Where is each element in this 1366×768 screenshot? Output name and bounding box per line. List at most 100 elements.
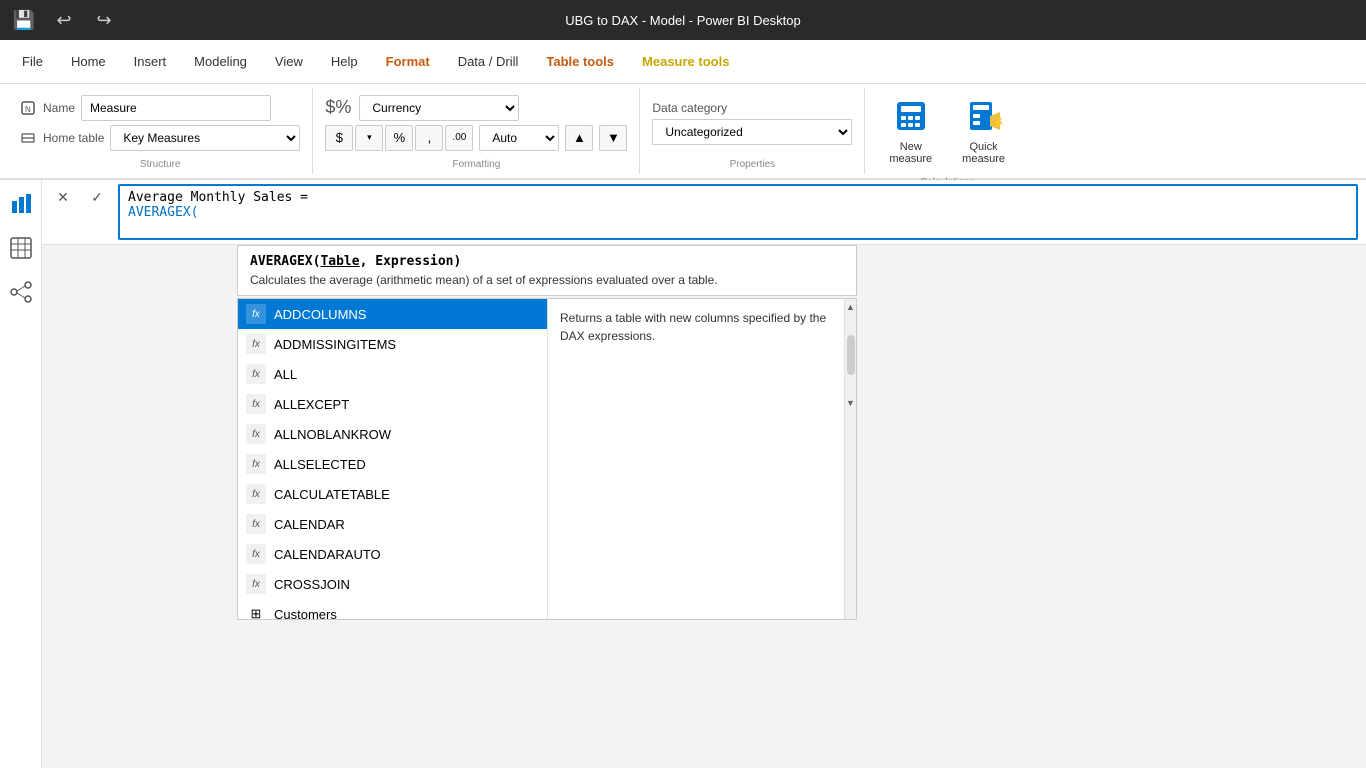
formatting-label: Formatting: [325, 157, 627, 170]
quick-measure-icon: ⚡: [966, 98, 1002, 139]
autocomplete-item-label: ALLSELECTED: [274, 457, 366, 472]
sidebar-table-view[interactable]: [5, 232, 37, 264]
properties-label: Properties: [652, 157, 852, 170]
func-signature: AVERAGEX(Table, Expression): [250, 254, 844, 269]
fx-icon: fx: [246, 514, 266, 534]
title-bar: 💾 ↩ ↪ UBG to DAX - Model - Power BI Desk…: [0, 0, 1366, 40]
menu-insert[interactable]: Insert: [120, 46, 181, 77]
menu-home[interactable]: Home: [57, 46, 120, 77]
autocomplete-item-label: CALENDAR: [274, 517, 345, 532]
menu-help[interactable]: Help: [317, 46, 372, 77]
formula-line1: Average Monthly Sales =: [128, 190, 1348, 205]
content-with-overlay: AVERAGEX(Table, Expression) Calculates t…: [42, 245, 1366, 768]
new-measure-label: Newmeasure: [889, 141, 932, 165]
scroll-down[interactable]: ▼: [843, 395, 858, 411]
decrement-btn[interactable]: ▼: [599, 125, 627, 151]
autocomplete-item-allnoblankrow[interactable]: fxALLNOBLANKROW: [238, 419, 547, 449]
autocomplete-item-label: CROSSJOIN: [274, 577, 350, 592]
ribbon-fields: N Name Home table Key Measures: [20, 95, 300, 151]
menu-format[interactable]: Format: [372, 46, 444, 77]
home-table-field-row: Home table Key Measures: [20, 125, 300, 151]
autocomplete-item-label: Customers: [274, 607, 337, 620]
autocomplete-item-label: ALLEXCEPT: [274, 397, 349, 412]
confirm-formula-btn[interactable]: ✓: [84, 184, 110, 210]
autocomplete-item-label: ALL: [274, 367, 297, 382]
data-category-row: Data category: [652, 101, 852, 115]
data-category-select[interactable]: Uncategorized: [652, 119, 852, 145]
name-input[interactable]: [81, 95, 271, 121]
menu-measure-tools[interactable]: Measure tools: [628, 46, 743, 77]
save-icon[interactable]: 💾: [8, 4, 40, 36]
fx-icon: fx: [246, 574, 266, 594]
autocomplete-description: Returns a table with new columns specifi…: [548, 299, 844, 619]
menu-file[interactable]: File: [8, 46, 57, 77]
autocomplete-item-calculatetable[interactable]: fxCALCULATETABLE: [238, 479, 547, 509]
increment-btn[interactable]: ▲: [565, 125, 593, 151]
ribbon-structure: N Name Home table Key Measures Structure: [8, 88, 313, 174]
sidebar-model-view[interactable]: [5, 276, 37, 308]
autocomplete-item-allselected[interactable]: fxALLSELECTED: [238, 449, 547, 479]
currency-row: $% Currency: [325, 95, 627, 121]
sidebar-report-view[interactable]: [5, 188, 37, 220]
autocomplete-list: fxADDCOLUMNSfxADDMISSINGITEMSfxALLfxALLE…: [238, 299, 548, 619]
app-title: UBG to DAX - Model - Power BI Desktop: [565, 13, 801, 28]
home-table-select[interactable]: Key Measures: [110, 125, 300, 151]
autocomplete-item-label: CALENDARAUTO: [274, 547, 381, 562]
scroll-up[interactable]: ▲: [843, 299, 858, 315]
func-params: (Table, Expression): [313, 254, 462, 269]
calculator-icon: [893, 98, 929, 139]
autocomplete-item-crossjoin[interactable]: fx CROSSJOIN: [238, 569, 547, 599]
decimal-btn[interactable]: .00: [445, 125, 473, 151]
autocomplete-item-all[interactable]: fx ALL: [238, 359, 547, 389]
func-description: Calculates the average (arithmetic mean)…: [250, 273, 844, 287]
main-area: ✕ ✓ Average Monthly Sales = AVERAGEX( AV…: [0, 180, 1366, 768]
cancel-formula-btn[interactable]: ✕: [50, 184, 76, 210]
autocomplete-item-customers[interactable]: ⊞Customers: [238, 599, 547, 619]
fx-icon: fx: [246, 364, 266, 384]
func-name: AVERAGEX: [250, 254, 313, 269]
autocomplete-item-addcolumns[interactable]: fxADDCOLUMNS: [238, 299, 547, 329]
properties-fields: Data category Uncategorized: [652, 101, 852, 145]
left-sidebar: [0, 180, 42, 768]
structure-label: Structure: [20, 157, 300, 170]
new-measure-btn[interactable]: Newmeasure: [877, 92, 944, 171]
formula-bar: ✕ ✓ Average Monthly Sales = AVERAGEX(: [42, 180, 1366, 245]
autocomplete-item-calendar[interactable]: fx CALENDAR: [238, 509, 547, 539]
autocomplete-item-calendarauto[interactable]: fxCALENDARAUTO: [238, 539, 547, 569]
quick-measure-label: Quickmeasure: [962, 141, 1005, 165]
dropdown-btn[interactable]: ▾: [355, 125, 383, 151]
ribbon: N Name Home table Key Measures Structure: [0, 84, 1366, 180]
fx-icon: fx: [246, 484, 266, 504]
comma-btn[interactable]: ,: [415, 125, 443, 151]
menu-bar: File Home Insert Modeling View Help Form…: [0, 40, 1366, 84]
data-category-select-row: Uncategorized: [652, 119, 852, 145]
auto-select[interactable]: Auto: [479, 125, 559, 151]
formatting-fields: $% Currency $ ▾ % , .00 Auto: [325, 95, 627, 151]
svg-text:⚡: ⚡: [993, 116, 1002, 129]
dollar-btn[interactable]: $: [325, 125, 353, 151]
percent-btn[interactable]: %: [385, 125, 413, 151]
autocomplete-tooltip: AVERAGEX(Table, Expression) Calculates t…: [237, 245, 857, 296]
currency-select[interactable]: Currency: [359, 95, 519, 121]
autocomplete-dropdown: AVERAGEX(Table, Expression) Calculates t…: [237, 245, 857, 620]
autocomplete-item-label: ADDMISSINGITEMS: [274, 337, 396, 352]
formula-editor[interactable]: Average Monthly Sales = AVERAGEX(: [118, 184, 1358, 240]
scroll-thumb[interactable]: [847, 335, 855, 375]
formula-line2: AVERAGEX(: [128, 205, 1348, 220]
menu-data-drill[interactable]: Data / Drill: [444, 46, 533, 77]
quick-measure-btn[interactable]: ⚡ Quickmeasure: [950, 92, 1017, 171]
title-bar-left: 💾 ↩ ↪: [8, 4, 120, 36]
menu-view[interactable]: View: [261, 46, 317, 77]
name-label: N Name: [20, 100, 75, 116]
format-buttons-group: $ ▾ % , .00: [325, 125, 473, 151]
svg-text:N: N: [25, 105, 31, 114]
undo-icon[interactable]: ↩: [48, 4, 80, 36]
autocomplete-item-addmissingitems[interactable]: fx ADDMISSINGITEMS: [238, 329, 547, 359]
menu-table-tools[interactable]: Table tools: [532, 46, 628, 77]
fx-icon: fx: [246, 334, 266, 354]
redo-icon[interactable]: ↪: [88, 4, 120, 36]
autocomplete-item-allexcept[interactable]: fxALLEXCEPT: [238, 389, 547, 419]
menu-modeling[interactable]: Modeling: [180, 46, 261, 77]
autocomplete-item-label: ALLNOBLANKROW: [274, 427, 391, 442]
format-buttons-row: $ ▾ % , .00 Auto ▲ ▼: [325, 125, 627, 151]
